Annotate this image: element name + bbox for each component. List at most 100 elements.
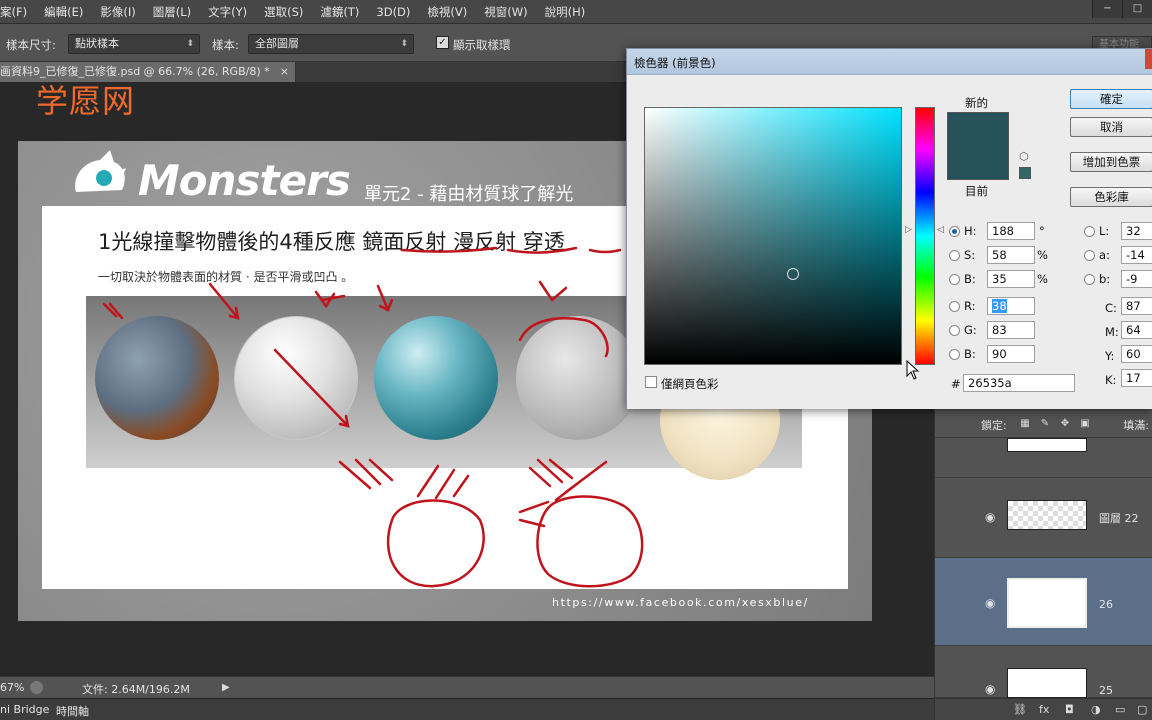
brightness-label: B: bbox=[964, 272, 976, 286]
lock-all-icon[interactable]: ▣ bbox=[1079, 418, 1091, 430]
mouse-cursor-icon bbox=[906, 360, 920, 380]
degree-unit: ° bbox=[1039, 224, 1045, 238]
hue-pointer-right-icon[interactable]: ◁ bbox=[937, 225, 944, 235]
fill-label: 填滿: bbox=[1123, 419, 1149, 432]
layer-row[interactable] bbox=[935, 438, 1152, 478]
new-current-swatch[interactable] bbox=[947, 112, 1009, 180]
dialog-titlebar[interactable]: 檢色器 (前景色) bbox=[627, 49, 1152, 75]
layer-row-selected[interactable]: ◉ 26 bbox=[935, 558, 1152, 646]
layer-row[interactable]: ◉ 圖層 22 bbox=[935, 478, 1152, 558]
ok-button[interactable]: 確定 bbox=[1070, 89, 1152, 109]
current-color-label: 目前 bbox=[965, 184, 988, 198]
hue-label: H: bbox=[964, 224, 977, 238]
radio-saturation[interactable] bbox=[949, 250, 960, 261]
eye-icon[interactable]: ◉ bbox=[985, 510, 995, 524]
color-cursor-icon[interactable] bbox=[787, 268, 799, 280]
blue-label: B: bbox=[964, 347, 976, 361]
status-bar: 67% 文件: 2.64M/196.2M ▶ bbox=[0, 676, 934, 698]
lab-a-label: a: bbox=[1099, 248, 1110, 262]
saturation-brightness-field[interactable] bbox=[644, 107, 902, 365]
color-picker-dialog: 檢色器 (前景色) ▷ ◁ 新的 ⬡ 目前 確定 取消 增加到色票 色彩庫 H:… bbox=[626, 48, 1152, 409]
hue-pointer-left-icon[interactable]: ▷ bbox=[905, 225, 912, 235]
green-label: G: bbox=[964, 323, 977, 337]
percent-unit: % bbox=[1037, 272, 1048, 286]
radio-brightness[interactable] bbox=[949, 274, 960, 285]
maximize-icon[interactable]: □ bbox=[1122, 0, 1152, 18]
saturation-label: S: bbox=[964, 248, 976, 262]
brightness-input[interactable]: 35 bbox=[987, 270, 1035, 288]
yellow-input[interactable]: 60 bbox=[1121, 345, 1152, 363]
lab-b-input[interactable]: -9 bbox=[1121, 270, 1152, 288]
black-input[interactable]: 17 bbox=[1121, 369, 1152, 387]
close-icon[interactable] bbox=[1145, 49, 1152, 69]
radio-green[interactable] bbox=[949, 325, 960, 336]
add-to-swatches-button[interactable]: 增加到色票 bbox=[1070, 152, 1152, 172]
magenta-label: M: bbox=[1105, 325, 1119, 339]
eye-icon[interactable]: ◉ bbox=[985, 682, 995, 696]
document-info: 文件: 2.64M/196.2M bbox=[82, 683, 190, 696]
web-safe-swatch[interactable] bbox=[1019, 167, 1031, 179]
tab-timeline[interactable]: 時間軸 bbox=[56, 703, 89, 719]
layer-thumbnail bbox=[1007, 668, 1087, 698]
new-color-label: 新的 bbox=[965, 96, 988, 110]
link-layers-icon[interactable]: ⛓ bbox=[1013, 703, 1027, 716]
zoom-indicator-icon bbox=[30, 681, 43, 694]
radio-hue[interactable] bbox=[949, 226, 960, 237]
lock-move-icon[interactable]: ✥ bbox=[1059, 418, 1071, 430]
saturation-input[interactable]: 58 bbox=[987, 246, 1035, 264]
green-input[interactable]: 83 bbox=[987, 321, 1035, 339]
dialog-title: 檢色器 (前景色) bbox=[634, 56, 716, 70]
add-mask-icon[interactable]: ◘ bbox=[1065, 703, 1074, 716]
radio-red[interactable] bbox=[949, 301, 960, 312]
layer-row[interactable]: ◉ 25 bbox=[935, 646, 1152, 698]
hue-slider[interactable] bbox=[915, 107, 935, 365]
gamut-cube-icon[interactable]: ⬡ bbox=[1019, 150, 1029, 163]
minimize-icon[interactable]: − bbox=[1092, 0, 1122, 18]
artwork-url: https://www.facebook.com/xesxblue/ bbox=[552, 596, 809, 609]
play-arrow-icon[interactable]: ▶ bbox=[222, 682, 230, 693]
layer-lock-row: 鎖定: ▦ ✎ ✥ ▣ 填滿: bbox=[935, 408, 1152, 438]
lab-a-input[interactable]: -14 bbox=[1121, 246, 1152, 264]
web-only-label: 僅網頁色彩 bbox=[661, 377, 719, 391]
cyan-input[interactable]: 87 bbox=[1121, 297, 1152, 315]
new-layer-icon[interactable]: ▢ bbox=[1137, 703, 1147, 716]
radio-blue[interactable] bbox=[949, 349, 960, 360]
tab-mini-bridge[interactable]: ni Bridge bbox=[0, 703, 49, 716]
lab-l-input[interactable]: 32 bbox=[1121, 222, 1152, 240]
lock-brush-icon[interactable]: ✎ bbox=[1039, 418, 1051, 430]
hex-input[interactable]: 26535a bbox=[963, 374, 1075, 392]
hue-input[interactable]: 188 bbox=[987, 222, 1035, 240]
lock-transparent-icon[interactable]: ▦ bbox=[1019, 418, 1031, 430]
cancel-button[interactable]: 取消 bbox=[1070, 117, 1152, 137]
color-libraries-button[interactable]: 色彩庫 bbox=[1070, 187, 1152, 207]
radio-lab-b[interactable] bbox=[1084, 274, 1095, 285]
layer-name: 26 bbox=[1099, 598, 1113, 611]
cyan-label: C: bbox=[1105, 301, 1117, 315]
lab-b-label: b: bbox=[1099, 272, 1111, 286]
blue-input[interactable]: 90 bbox=[987, 345, 1035, 363]
radio-lab-l[interactable] bbox=[1084, 226, 1095, 237]
adjustment-layer-icon[interactable]: ◑ bbox=[1091, 703, 1101, 716]
layer-thumbnail bbox=[1007, 578, 1087, 628]
window-controls: − □ bbox=[1092, 0, 1152, 18]
lab-l-label: L: bbox=[1099, 224, 1110, 238]
layers-panel-footer: ⛓ fx ◘ ◑ ▭ ▢ bbox=[935, 698, 1152, 720]
lock-label: 鎖定: bbox=[981, 419, 1007, 432]
layer-name: 25 bbox=[1099, 684, 1113, 697]
red-label: R: bbox=[964, 299, 976, 313]
red-input[interactable]: 38 bbox=[987, 297, 1035, 315]
yellow-label: Y: bbox=[1105, 349, 1115, 363]
layer-thumbnail bbox=[1007, 438, 1087, 452]
layers-panel: 鎖定: ▦ ✎ ✥ ▣ 填滿: ◉ 圖層 22 ◉ 26 ◉ 25 ⛓ fx ◘… bbox=[934, 408, 1152, 720]
new-group-icon[interactable]: ▭ bbox=[1115, 703, 1125, 716]
radio-lab-a[interactable] bbox=[1084, 250, 1095, 261]
fx-icon[interactable]: fx bbox=[1039, 703, 1049, 716]
web-only-checkbox[interactable] bbox=[645, 376, 657, 388]
eye-icon[interactable]: ◉ bbox=[985, 596, 995, 610]
magenta-input[interactable]: 64 bbox=[1121, 321, 1152, 339]
black-label: K: bbox=[1105, 373, 1117, 387]
bottom-panel-tabs: ni Bridge 時間軸 bbox=[0, 698, 934, 720]
zoom-level[interactable]: 67% bbox=[0, 681, 24, 694]
layer-name: 圖層 22 bbox=[1099, 512, 1139, 525]
hex-label: # bbox=[951, 377, 961, 391]
